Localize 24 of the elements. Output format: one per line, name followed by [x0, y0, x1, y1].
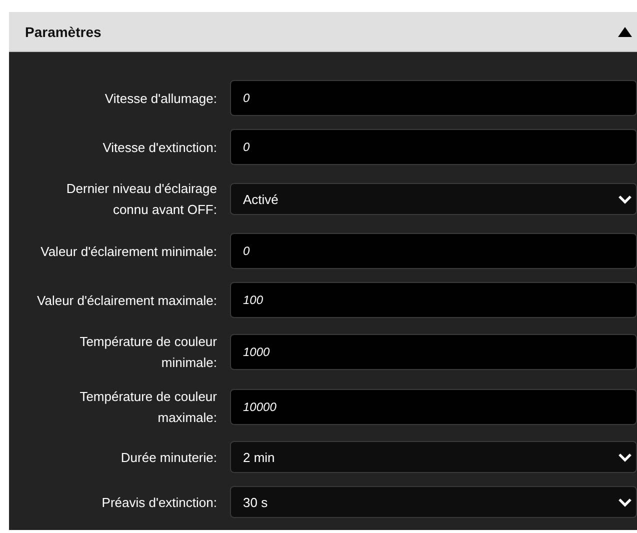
collapse-icon[interactable]	[618, 26, 632, 36]
input-field[interactable]: 0	[230, 233, 637, 269]
field-label: Dernier niveau d'éclairage connu avant OFF:	[65, 180, 217, 219]
field-label: Préavis d'extinction:	[100, 494, 217, 512]
field-label: Durée minuterie:	[120, 448, 217, 466]
field-label: Valeur d'éclairement maximale:	[36, 292, 217, 310]
chevron-down-icon	[618, 194, 632, 204]
chevron-down-icon	[618, 498, 632, 506]
field-label: Température de couleur minimale:	[78, 333, 217, 372]
dropdown[interactable]: Activé	[230, 183, 637, 215]
chevron-down-icon	[618, 452, 632, 462]
input-field[interactable]: 0	[230, 129, 637, 165]
input-field[interactable]: 10000	[230, 389, 637, 425]
input-field[interactable]: 0	[230, 80, 637, 116]
input-field[interactable]: 100	[230, 282, 637, 318]
dropdown[interactable]: 2 min	[230, 441, 637, 473]
field-label: Température de couleur maximale:	[78, 388, 217, 427]
field-label: Vitesse d'allumage:	[104, 90, 217, 108]
dropdown[interactable]: 30 s	[230, 486, 637, 518]
field-label: Vitesse d'extinction:	[102, 138, 217, 156]
field-label: Valeur d'éclairement minimale:	[40, 242, 217, 260]
input-field[interactable]: 1000	[230, 334, 637, 370]
panel-title: Paramètres	[25, 24, 102, 40]
panel-header[interactable]: Paramètres	[9, 12, 637, 52]
